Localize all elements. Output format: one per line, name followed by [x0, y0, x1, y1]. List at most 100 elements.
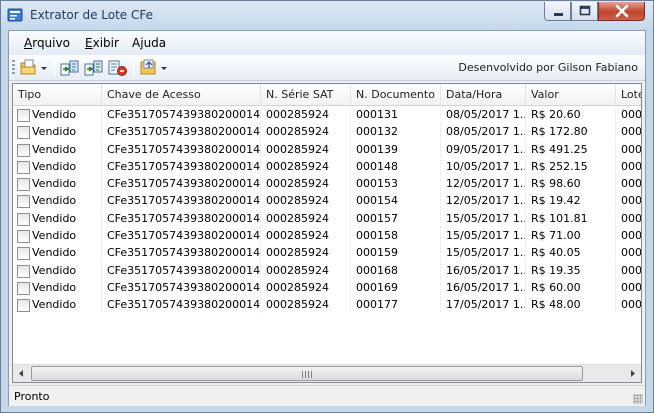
column-header-data[interactable]: Data/Hora [441, 84, 526, 106]
cell-data-hora: 08/05/2017 1... [441, 123, 526, 141]
cell-data-hora: 09/05/2017 1... [441, 140, 526, 158]
row-checkbox[interactable] [17, 230, 30, 244]
menu-arquivo-mnemonic: A [24, 36, 33, 50]
table-row[interactable]: Vendido CFe351705743938020001455 000285924… [13, 244, 641, 262]
extract-all-icon[interactable] [84, 59, 104, 77]
cell-lote: 000 [616, 123, 641, 140]
cell-chave-acesso: CFe351705743938020001455 [102, 209, 261, 227]
documents-table[interactable]: Tipo Chave de Acesso N. Série SAT N. Doc… [12, 83, 642, 383]
cell-lote: 000 [616, 244, 641, 261]
cell-chave-acesso: CFe351705743938020001455 [102, 244, 261, 262]
menu-bar: Arquivo Exibir Ajuda [9, 31, 645, 55]
cell-documento: 000154 [351, 192, 441, 210]
row-tipo-label: Vendido [32, 246, 77, 260]
horizontal-scrollbar[interactable] [13, 364, 641, 382]
row-checkbox[interactable] [17, 299, 30, 313]
close-button[interactable] [598, 2, 645, 21]
row-checkbox[interactable] [17, 195, 30, 209]
cell-lote: 000 [616, 158, 641, 175]
cell-data-hora: 08/05/2017 1... [441, 106, 526, 123]
cell-tipo: Vendido [13, 278, 102, 296]
table-row[interactable]: Vendido CFe351705743938020001455 000285924… [13, 296, 641, 314]
row-tipo-label: Vendido [32, 229, 77, 243]
column-header-valor[interactable]: Valor [526, 84, 616, 106]
client-area: Arquivo Exibir Ajuda Desenvolvido por Gi… [8, 30, 646, 406]
row-tipo-label: Vendido [32, 211, 77, 225]
row-tipo-label: Vendido [32, 298, 77, 312]
menu-arquivo[interactable]: Arquivo [24, 36, 70, 50]
cell-lote: 000 [616, 106, 641, 123]
row-checkbox[interactable] [17, 143, 30, 157]
menu-arquivo-label: rquivo [32, 36, 70, 50]
row-checkbox[interactable] [17, 178, 30, 192]
cell-data-hora: 15/05/2017 1... [441, 227, 526, 245]
table-row[interactable]: Vendido CFe351705743938020001455 000285924… [13, 227, 641, 245]
row-checkbox[interactable] [17, 160, 30, 174]
cell-data-hora: 15/05/2017 1... [441, 209, 526, 227]
column-header-tipo[interactable]: Tipo [13, 84, 102, 106]
cell-valor: R$ 48.00 [526, 296, 616, 314]
table-row[interactable]: Vendido CFe351705743938020001455 000285924… [13, 123, 641, 141]
cell-tipo: Vendido [13, 244, 102, 262]
column-header-documento[interactable]: N. Documento [351, 84, 441, 106]
cell-lote: 000 [616, 279, 641, 296]
maximize-button[interactable] [571, 2, 598, 21]
row-checkbox[interactable] [17, 212, 30, 226]
cell-chave-acesso: CFe351705743938020001455 [102, 227, 261, 245]
table-row[interactable]: Vendido CFe351705743938020001455 000285924… [13, 175, 641, 193]
minimize-button[interactable] [544, 2, 571, 21]
cell-serie-sat: 000285924 [261, 261, 351, 279]
scroll-left-icon[interactable] [13, 365, 30, 382]
row-tipo-label: Vendido [32, 159, 77, 173]
column-header-serie[interactable]: N. Série SAT [261, 84, 351, 106]
cell-documento: 000157 [351, 209, 441, 227]
row-checkbox[interactable] [17, 126, 30, 140]
row-checkbox[interactable] [17, 109, 30, 122]
cell-data-hora: 10/05/2017 1... [441, 157, 526, 175]
title-bar[interactable]: Extrator de Lote CFe [1, 1, 653, 30]
cell-documento: 000148 [351, 157, 441, 175]
cell-lote: 000 [616, 192, 641, 209]
cell-serie-sat: 000285924 [261, 106, 351, 123]
cell-lote: 000 [616, 141, 641, 158]
table-row[interactable]: Vendido CFe351705743938020001455 000285924… [13, 192, 641, 210]
cell-documento: 000159 [351, 244, 441, 262]
extract-icon[interactable] [60, 59, 80, 77]
column-header-lote[interactable]: Lote [616, 84, 641, 106]
table-row[interactable]: Vendido CFe351705743938020001455 000285924… [13, 157, 641, 175]
cell-valor: R$ 60.00 [526, 278, 616, 296]
open-folder-icon[interactable] [19, 59, 49, 77]
table-row[interactable]: Vendido CFe351705743938020001455 000285924… [13, 209, 641, 227]
toolbar-grip[interactable] [12, 60, 15, 76]
status-text: Pronto [14, 390, 50, 403]
cell-documento: 000158 [351, 227, 441, 245]
export-icon[interactable] [139, 59, 169, 77]
resize-grip[interactable] [633, 394, 643, 404]
table-row[interactable]: Vendido CFe351705743938020001455 000285924… [13, 106, 641, 123]
row-checkbox[interactable] [17, 247, 30, 261]
cell-chave-acesso: CFe351705743938020001455 [102, 175, 261, 193]
cell-serie-sat: 000285924 [261, 192, 351, 210]
table-row[interactable]: Vendido CFe351705743938020001455 000285924… [13, 278, 641, 296]
toolbar: Desenvolvido por Gilson Fabiano [9, 55, 645, 81]
cell-valor: R$ 19.35 [526, 261, 616, 279]
row-checkbox[interactable] [17, 264, 30, 278]
cell-tipo: Vendido [13, 140, 102, 158]
menu-exibir[interactable]: Exibir [85, 36, 119, 50]
scroll-right-icon[interactable] [624, 365, 641, 382]
row-checkbox[interactable] [17, 281, 30, 295]
cell-serie-sat: 000285924 [261, 244, 351, 262]
cell-documento: 000169 [351, 278, 441, 296]
table-row[interactable]: Vendido CFe351705743938020001455 000285924… [13, 140, 641, 158]
cell-documento: 000177 [351, 296, 441, 314]
cell-lote: 000 [616, 175, 641, 192]
menu-ajuda[interactable]: Ajuda [132, 36, 166, 50]
table-header: Tipo Chave de Acesso N. Série SAT N. Doc… [13, 84, 641, 106]
cell-serie-sat: 000285924 [261, 157, 351, 175]
table-row[interactable]: Vendido CFe351705743938020001455 000285924… [13, 261, 641, 279]
scrollbar-thumb[interactable] [31, 366, 583, 381]
delete-icon[interactable] [108, 59, 128, 77]
column-header-chave[interactable]: Chave de Acesso [102, 84, 261, 106]
cell-documento: 000131 [351, 106, 441, 123]
cell-serie-sat: 000285924 [261, 227, 351, 245]
